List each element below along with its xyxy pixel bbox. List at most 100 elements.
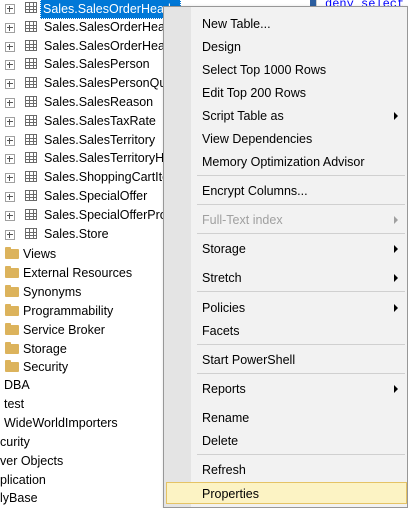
menu-item-memory-optimization-advisor[interactable]: Memory Optimization Advisor (166, 151, 407, 173)
menu-item-refresh[interactable]: Refresh (166, 459, 407, 481)
menu-item-new-table[interactable]: New Table... (166, 13, 407, 35)
expand-icon[interactable] (5, 154, 15, 165)
table-node[interactable]: Sales.SalesOrderHeade (0, 0, 181, 19)
table-icon (25, 114, 37, 126)
server-node-ver-objects[interactable]: ver Objects (0, 452, 163, 470)
expand-icon[interactable] (5, 98, 15, 108)
folder-icon (5, 265, 19, 278)
tree-node-label: Sales.SalesTerritoryHis (44, 151, 174, 166)
server-node-plication[interactable]: plication (0, 471, 163, 489)
expand-icon[interactable] (5, 79, 15, 90)
tree-node-label: Service Broker (23, 322, 105, 337)
menu-item-select-top-1000-rows[interactable]: Select Top 1000 Rows (166, 59, 407, 81)
table-icon (25, 208, 37, 220)
tree-node-label: lyBase (0, 491, 38, 506)
menu-item-policies[interactable]: Policies (166, 297, 407, 319)
tree-node-label: Sales.SalesTaxRate (44, 113, 156, 128)
server-node-lybase[interactable]: lyBase (0, 489, 163, 507)
expand-icon[interactable] (5, 192, 15, 202)
menu-item-label: Start PowerShell (202, 353, 296, 367)
database-node-test[interactable]: test (0, 395, 163, 413)
expand-icon[interactable] (5, 4, 15, 14)
table-node[interactable]: Sales.SalesPerson (0, 55, 163, 73)
menu-item-start-powershell[interactable]: Start PowerShell (166, 349, 407, 371)
folder-node-programmability[interactable]: Programmability (0, 302, 163, 320)
expand-icon[interactable] (5, 41, 15, 52)
menu-item-encrypt-columns[interactable]: Encrypt Columns... (166, 180, 407, 202)
folder-icon (5, 341, 19, 354)
table-node[interactable]: Sales.SalesOrderHeade (0, 18, 179, 36)
database-node-dba[interactable]: DBA (0, 376, 163, 394)
menu-item-reports[interactable]: Reports (166, 378, 407, 400)
menu-item-label: Refresh (202, 463, 246, 477)
table-icon (25, 39, 37, 51)
folder-node-security[interactable]: Security (0, 358, 163, 376)
table-icon (25, 190, 37, 201)
menu-item-script-table-as[interactable]: Script Table as (166, 105, 407, 127)
table-node[interactable]: Sales.SpecialOffer (0, 187, 163, 205)
tree-node-label: Sales.Store (44, 226, 109, 241)
submenu-arrow-icon (394, 304, 398, 312)
table-node[interactable]: Sales.SalesTerritoryHis (0, 149, 173, 167)
tree-node-label: DBA (4, 378, 30, 392)
folder-node-views[interactable]: Views (0, 245, 163, 263)
database-node-wideworldimporters[interactable]: WideWorldImporters (0, 414, 163, 432)
submenu-arrow-icon (394, 216, 398, 224)
folder-node-storage[interactable]: Storage (0, 340, 163, 358)
expand-icon[interactable] (5, 210, 15, 221)
table-node[interactable]: Sales.SalesReason (0, 93, 163, 111)
menu-separator (197, 233, 405, 234)
table-icon (25, 58, 37, 70)
menu-item-facets[interactable]: Facets (166, 320, 407, 342)
menu-separator (197, 175, 405, 176)
table-node[interactable]: Sales.SalesOrderHeade (0, 37, 179, 55)
expand-icon[interactable] (5, 116, 15, 127)
menu-item-label: View Dependencies (202, 132, 313, 146)
table-node[interactable]: Sales.SalesTaxRate (0, 112, 163, 130)
folder-icon (5, 303, 19, 316)
expand-icon[interactable] (5, 229, 15, 240)
tree-node-label: Sales.SalesReason (44, 95, 154, 109)
tree-node-label: test (4, 397, 25, 411)
tree-node-label: Views (23, 247, 57, 261)
table-node[interactable]: Sales.SpecialOfferProd (0, 206, 174, 224)
menu-item-label: Full-Text index (202, 213, 283, 227)
folder-icon (5, 284, 19, 297)
folder-icon (5, 247, 19, 259)
table-icon (25, 77, 37, 89)
menu-item-label: Facets (202, 324, 240, 338)
menu-item-label: Script Table as (202, 109, 284, 123)
tree-node-label: Storage (23, 341, 67, 356)
tree-node-label: External Resources (23, 265, 133, 280)
expand-icon[interactable] (5, 22, 15, 33)
menu-item-label: Encrypt Columns... (202, 184, 308, 198)
table-node[interactable]: Sales.SalesPersonQuot (0, 74, 177, 92)
tree-node-label: Synonyms (23, 284, 82, 299)
menu-item-properties[interactable]: Properties (166, 482, 407, 504)
folder-node-service-broker[interactable]: Service Broker (0, 321, 163, 339)
menu-item-label: Policies (202, 301, 246, 315)
menu-item-label: Select Top 1000 Rows (202, 63, 327, 77)
menu-item-label: Storage (202, 242, 246, 256)
menu-item-label: Design (202, 40, 241, 54)
expand-icon[interactable] (5, 60, 15, 71)
server-node-curity[interactable]: curity (0, 433, 163, 451)
menu-item-view-dependencies[interactable]: View Dependencies (166, 128, 407, 150)
table-node[interactable]: Sales.ShoppingCartIte (0, 168, 169, 186)
menu-item-label: Memory Optimization Advisor (202, 155, 365, 169)
table-node[interactable]: Sales.Store (0, 225, 163, 243)
tree-node-label: Security (23, 360, 69, 375)
folder-node-external-resources[interactable]: External Resources (0, 264, 163, 282)
folder-node-synonyms[interactable]: Synonyms (0, 283, 163, 301)
menu-item-delete[interactable]: Delete (166, 430, 407, 452)
menu-item-storage[interactable]: Storage (166, 238, 407, 260)
expand-icon[interactable] (5, 135, 15, 146)
menu-item-edit-top-200-rows[interactable]: Edit Top 200 Rows (166, 82, 407, 104)
menu-item-rename[interactable]: Rename (166, 407, 407, 429)
tree-node-label: curity (0, 435, 30, 449)
menu-item-stretch[interactable]: Stretch (166, 267, 407, 289)
table-node[interactable]: Sales.SalesTerritory (0, 131, 163, 149)
expand-icon[interactable] (5, 173, 15, 184)
tree-node-label: ver Objects (0, 453, 64, 468)
menu-item-design[interactable]: Design (166, 36, 407, 58)
